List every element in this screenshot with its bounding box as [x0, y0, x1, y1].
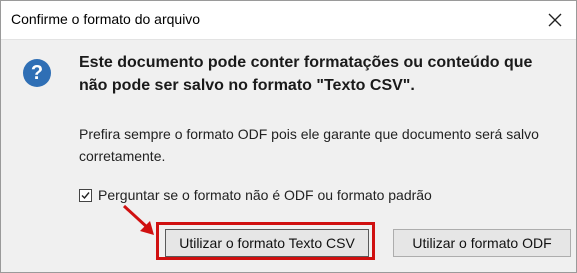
question-icon: ?: [23, 59, 51, 87]
ask-format-checkbox-label: Perguntar se o formato não é ODF ou form…: [98, 187, 432, 203]
dialog-title: Confirme o formato do arquivo: [11, 11, 201, 27]
dialog-body-text: Prefira sempre o formato ODF pois ele ga…: [79, 126, 539, 164]
use-odf-format-button[interactable]: Utilizar o formato ODF: [393, 229, 571, 257]
title-bar: Confirme o formato do arquivo: [1, 1, 576, 40]
ask-format-checkbox[interactable]: [79, 188, 92, 202]
use-csv-format-button[interactable]: Utilizar o formato Texto CSV: [165, 229, 369, 257]
ask-format-checkbox-row[interactable]: Perguntar se o formato não é ODF ou form…: [79, 185, 432, 205]
close-icon: [548, 13, 562, 27]
close-button[interactable]: [540, 5, 570, 35]
dialog-headline: Este documento pode conter formatações o…: [79, 54, 533, 94]
checkmark-icon: [81, 191, 90, 199]
confirm-format-dialog: Confirme o formato do arquivo ? Este doc…: [0, 0, 577, 273]
